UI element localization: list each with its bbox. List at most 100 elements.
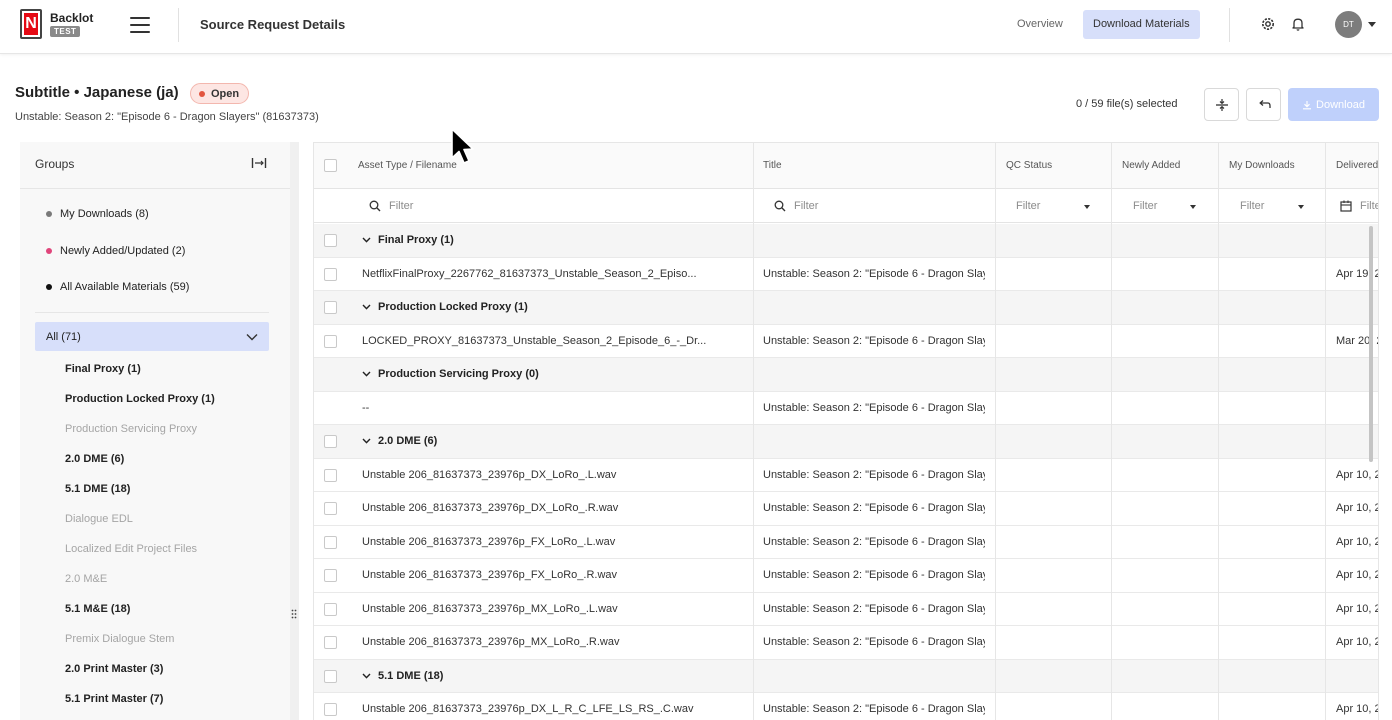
caret-down-icon: [1298, 205, 1304, 209]
chevron-down-icon: [246, 333, 258, 340]
column-header-qc-status[interactable]: QC Status: [1006, 160, 1052, 171]
table-row[interactable]: Unstable 206_81637373_23976p_DX_L_R_C_LF…: [314, 693, 1378, 720]
filter-newly-added[interactable]: Newly Added/Updated (2): [46, 245, 185, 257]
row-checkbox[interactable]: [324, 669, 337, 683]
sidebar-divider: [35, 312, 269, 313]
filename-cell: Unstable 206_81637373_23976p_MX_LoRo_.R.…: [362, 636, 620, 648]
row-checkbox[interactable]: [324, 435, 337, 448]
column-divider: [1218, 143, 1219, 720]
delivered-cell: Apr 10, 2024: [1336, 468, 1378, 481]
group-row-label[interactable]: Production Servicing Proxy (0): [362, 368, 539, 380]
table-scrollbar[interactable]: [1369, 226, 1373, 462]
table-row[interactable]: Unstable 206_81637373_23976p_MX_LoRo_.L.…: [314, 593, 1378, 626]
table-row[interactable]: Unstable 206_81637373_23976p_MX_LoRo_.R.…: [314, 626, 1378, 660]
delivered-date-filter[interactable]: Filter: [1340, 200, 1378, 212]
group-header-row[interactable]: Production Locked Proxy (1): [314, 291, 1378, 325]
title-cell: Unstable: Season 2: "Episode 6 - Dragon …: [763, 535, 985, 548]
column-header-asset-type[interactable]: Asset Type / Filename: [358, 160, 457, 171]
sidebar-group-item[interactable]: Production Locked Proxy (1): [65, 393, 215, 405]
column-header-title[interactable]: Title: [763, 160, 782, 171]
nav-download-materials-tab[interactable]: Download Materials: [1083, 10, 1200, 39]
group-all-dropdown[interactable]: All (71): [35, 322, 269, 351]
collapse-sidebar-icon[interactable]: [251, 157, 267, 169]
sidebar-group-item[interactable]: 5.1 Print Master (7): [65, 693, 163, 705]
group-row-text: Production Servicing Proxy (0): [378, 368, 539, 380]
group-header-row[interactable]: Production Servicing Proxy (0): [314, 358, 1378, 392]
sidebar-group-item[interactable]: 2.0 M&E: [65, 573, 107, 585]
row-checkbox[interactable]: [324, 234, 337, 247]
group-row-label[interactable]: Final Proxy (1): [362, 234, 454, 246]
group-header-row[interactable]: Final Proxy (1): [314, 224, 1378, 258]
menu-icon[interactable]: [130, 17, 150, 33]
row-checkbox[interactable]: [324, 502, 337, 515]
row-checkbox[interactable]: [324, 468, 337, 482]
dot-icon: [46, 284, 52, 290]
filename-cell: Unstable 206_81637373_23976p_FX_LoRo_.R.…: [362, 569, 618, 581]
filter-my-downloads[interactable]: My Downloads (8): [46, 208, 149, 220]
newly-added-filter-select[interactable]: Filter: [1133, 200, 1157, 212]
table-row[interactable]: Unstable 206_81637373_23976p_FX_LoRo_.R.…: [314, 559, 1378, 593]
row-checkbox[interactable]: [324, 569, 337, 582]
sidebar-group-item[interactable]: Premix Dialogue Stem: [65, 633, 174, 645]
reset-button[interactable]: [1246, 88, 1281, 121]
sidebar-group-item[interactable]: Localized Edit Project Files: [65, 543, 197, 555]
nav-overview-tab[interactable]: Overview: [1008, 10, 1072, 39]
row-checkbox[interactable]: [324, 267, 337, 281]
filename-cell: NetflixFinalProxy_2267762_81637373_Unsta…: [362, 267, 697, 280]
column-header-delivered[interactable]: Delivered: [1336, 160, 1378, 171]
select-all-checkbox[interactable]: [324, 159, 337, 172]
row-checkbox[interactable]: [324, 301, 337, 314]
resize-handle-icon[interactable]: [291, 609, 297, 619]
table-row[interactable]: -- Unstable: Season 2: "Episode 6 - Drago…: [314, 392, 1378, 425]
group-header-row[interactable]: 5.1 DME (18): [314, 659, 1378, 693]
gear-icon[interactable]: [1260, 16, 1276, 32]
column-divider: [753, 143, 754, 720]
calendar-icon: [1340, 200, 1352, 212]
sidebar-group-item[interactable]: Dialogue EDL: [65, 513, 133, 525]
sidebar-group-item[interactable]: 5.1 M&E (18): [65, 603, 130, 615]
table-row[interactable]: NetflixFinalProxy_2267762_81637373_Unsta…: [314, 258, 1378, 291]
title-filter-input[interactable]: Filter: [774, 200, 818, 212]
filename-filter-input[interactable]: Filter: [369, 200, 413, 212]
row-checkbox[interactable]: [324, 535, 337, 549]
table-row[interactable]: Unstable 206_81637373_23976p_DX_LoRo_.L.…: [314, 459, 1378, 492]
table-row[interactable]: Unstable 206_81637373_23976p_FX_LoRo_.L.…: [314, 526, 1378, 559]
column-header-newly-added[interactable]: Newly Added: [1122, 160, 1180, 171]
table-row[interactable]: Unstable 206_81637373_23976p_DX_LoRo_.R.…: [314, 492, 1378, 526]
filter-all-available[interactable]: All Available Materials (59): [46, 281, 189, 293]
title-cell: Unstable: Season 2: "Episode 6 - Dragon …: [763, 636, 985, 648]
column-settings-button[interactable]: [1204, 88, 1239, 121]
row-checkbox[interactable]: [324, 703, 337, 716]
undo-icon: [1258, 99, 1271, 108]
group-row-label[interactable]: 2.0 DME (6): [362, 435, 437, 447]
download-button[interactable]: Download: [1288, 88, 1379, 121]
group-row-text: 5.1 DME (18): [378, 669, 444, 682]
sidebar-group-item[interactable]: 5.1 DME (18): [65, 483, 130, 495]
sidebar-group-item[interactable]: 2.0 Print Master (3): [65, 663, 163, 675]
download-label: Download: [1316, 98, 1365, 111]
group-all-label: All (71): [46, 330, 81, 343]
group-row-label[interactable]: 5.1 DME (18): [362, 670, 443, 682]
group-header-row[interactable]: 2.0 DME (6): [314, 425, 1378, 459]
row-checkbox[interactable]: [324, 334, 337, 348]
my-downloads-filter-select[interactable]: Filter: [1240, 200, 1264, 212]
sidebar-group-item[interactable]: 2.0 DME (6): [65, 453, 124, 465]
row-checkbox[interactable]: [324, 636, 337, 649]
chevron-down-icon: [362, 237, 371, 243]
bell-icon[interactable]: [1290, 16, 1306, 32]
delivered-cell: Apr 10, 2024: [1336, 602, 1378, 615]
column-header-my-downloads[interactable]: My Downloads: [1229, 160, 1295, 171]
table-row[interactable]: LOCKED_PROXY_81637373_Unstable_Season_2_…: [314, 325, 1378, 358]
sidebar-group-item[interactable]: Final Proxy (1): [65, 363, 141, 375]
sidebar-group-item[interactable]: Production Servicing Proxy: [65, 423, 197, 435]
group-row-label[interactable]: Production Locked Proxy (1): [362, 301, 528, 313]
row-checkbox[interactable]: [324, 602, 337, 616]
netflix-logo[interactable]: N: [20, 9, 42, 39]
user-avatar[interactable]: DT: [1335, 11, 1362, 38]
qc-status-filter-select[interactable]: Filter: [1016, 200, 1040, 212]
title-cell: Unstable: Season 2: "Episode 6 - Dragon …: [763, 334, 985, 347]
filename-cell: Unstable 206_81637373_23976p_FX_LoRo_.L.…: [362, 535, 616, 548]
sidebar-title: Groups: [35, 157, 75, 171]
materials-table: Asset Type / Filename Title QC Status Ne…: [313, 142, 1379, 720]
chevron-down-icon[interactable]: [1368, 22, 1376, 27]
